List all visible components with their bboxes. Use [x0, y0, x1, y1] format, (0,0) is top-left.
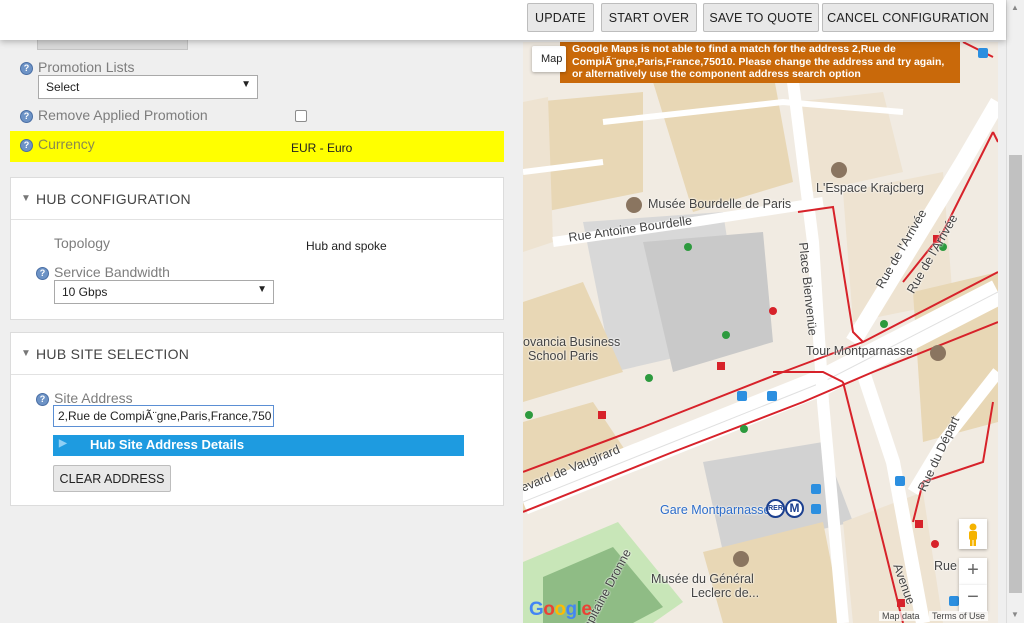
- save-to-quote-button[interactable]: SAVE TO QUOTE: [703, 3, 819, 32]
- remove-applied-promotion-checkbox[interactable]: [295, 110, 307, 122]
- map-data-attribution[interactable]: Map data: [879, 611, 923, 621]
- help-icon[interactable]: ?: [20, 110, 33, 123]
- help-icon[interactable]: ?: [20, 62, 33, 75]
- topology-label: Topology: [54, 235, 111, 251]
- map-label: Leclerc de...: [691, 586, 760, 600]
- collapse-triangle-icon: ▼: [21, 348, 31, 359]
- map-label: Gare Montparnasse: [660, 503, 771, 517]
- geocode-warning-banner: Google Maps is not able to find a match …: [560, 42, 960, 83]
- help-icon[interactable]: ?: [36, 393, 49, 406]
- terms-of-use-link[interactable]: Terms of Use: [929, 611, 989, 621]
- start-over-button[interactable]: START OVER: [601, 3, 697, 32]
- scrollbar-thumb[interactable]: [1009, 155, 1022, 593]
- site-address-input[interactable]: 2,Rue de CompiÃ¨gne,Paris,France,750: [53, 405, 274, 427]
- expand-triangle-icon: ▶: [59, 438, 67, 449]
- currency-value: EUR - Euro: [291, 141, 353, 155]
- zoom-in-button[interactable]: +: [959, 558, 987, 585]
- hub-configuration-header[interactable]: ▼ HUB CONFIGURATION: [11, 178, 503, 220]
- rer-icon: RER: [766, 499, 785, 518]
- cancel-configuration-button[interactable]: CANCEL CONFIGURATION: [822, 3, 994, 32]
- map-label: Musée du Général: [651, 572, 754, 586]
- promotion-lists-select[interactable]: Select ▼: [38, 75, 258, 99]
- service-bandwidth-label: Service Bandwidth: [54, 264, 170, 280]
- map-canvas: [523, 42, 998, 623]
- site-address-label: Site Address: [54, 390, 133, 406]
- map-type-button[interactable]: Map: [532, 46, 566, 72]
- metro-icon: M: [785, 499, 804, 518]
- topology-value: Hub and spoke: [306, 239, 387, 253]
- hub-configuration-panel: ▼ HUB CONFIGURATION Topology Hub and spo…: [10, 177, 504, 320]
- currency-row: ? Currency EUR - Euro: [10, 131, 504, 162]
- configuration-form: ? Promotion Lists Select ▼ ? Remove Appl…: [0, 40, 522, 623]
- map-label: School Paris: [528, 349, 599, 363]
- remove-applied-promotion-label: Remove Applied Promotion: [38, 107, 208, 123]
- hub-site-selection-title: HUB SITE SELECTION: [36, 346, 190, 362]
- page-scrollbar[interactable]: ▲ ▼: [1006, 0, 1024, 623]
- service-bandwidth-select[interactable]: 10 Gbps ▼: [54, 280, 274, 304]
- top-toolbar: UPDATE START OVER SAVE TO QUOTE CANCEL C…: [0, 0, 1006, 40]
- hub-site-address-details-toggle[interactable]: ▶ Hub Site Address Details: [53, 435, 464, 456]
- promotion-lists-value: Select: [46, 80, 80, 94]
- hub-site-address-details-label: Hub Site Address Details: [90, 437, 245, 452]
- currency-label: Currency: [38, 136, 95, 152]
- map-label: L'Espace Krajcberg: [816, 181, 925, 195]
- scroll-up-icon[interactable]: ▲: [1011, 3, 1019, 12]
- hub-site-selection-header[interactable]: ▼ HUB SITE SELECTION: [11, 333, 503, 375]
- help-icon[interactable]: ?: [20, 139, 33, 152]
- map-label: Tour Montparnasse: [806, 344, 914, 358]
- chevron-down-icon: ▼: [257, 284, 267, 295]
- help-icon[interactable]: ?: [36, 267, 49, 280]
- map-label: Musée Bourdelle de Paris: [648, 197, 792, 211]
- collapse-triangle-icon: ▼: [21, 193, 31, 204]
- google-logo: Google: [529, 599, 592, 620]
- service-bandwidth-value: 10 Gbps: [62, 285, 108, 299]
- scroll-down-icon[interactable]: ▼: [1011, 610, 1019, 619]
- map-label: Rue: [934, 559, 957, 573]
- chevron-down-icon: ▼: [241, 79, 251, 90]
- partial-button[interactable]: [37, 40, 188, 50]
- update-button[interactable]: UPDATE: [527, 3, 594, 32]
- street-view-pegman-icon[interactable]: [959, 519, 987, 549]
- hub-configuration-title: HUB CONFIGURATION: [36, 191, 191, 207]
- clear-address-button[interactable]: CLEAR ADDRESS: [53, 465, 171, 492]
- zoom-out-button[interactable]: −: [959, 585, 987, 612]
- map-label: ovancia Business: [523, 335, 621, 349]
- promotion-lists-label: Promotion Lists: [38, 59, 135, 75]
- map-view[interactable]: Google Maps is not able to find a match …: [523, 42, 998, 623]
